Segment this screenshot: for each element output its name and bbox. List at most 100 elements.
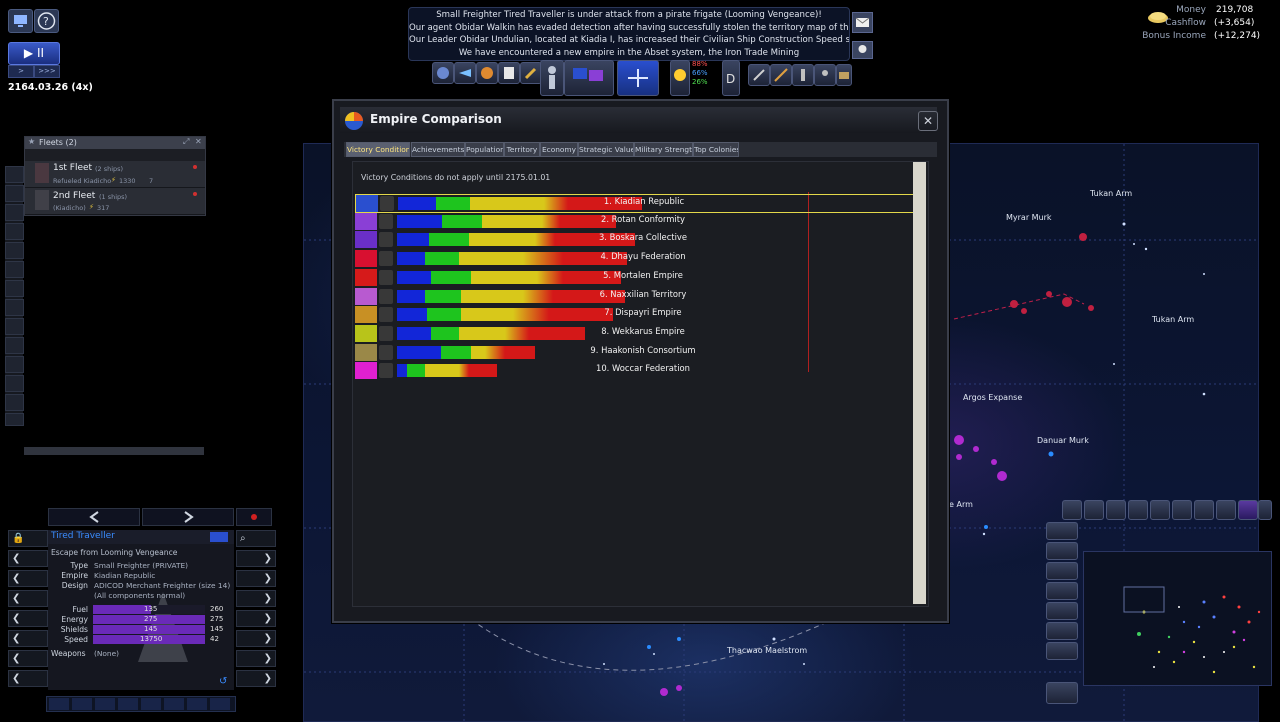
next-planet-button[interactable]: ❯ bbox=[236, 550, 276, 567]
filter-tool-icon[interactable] bbox=[5, 242, 24, 259]
diplomacy-button[interactable] bbox=[564, 60, 614, 96]
message-line[interactable]: We have encountered a new empire in the … bbox=[409, 47, 849, 60]
filter-star-icon[interactable] bbox=[5, 299, 24, 316]
minimap[interactable] bbox=[1083, 551, 1272, 686]
panel-scrollbar[interactable] bbox=[913, 162, 926, 604]
pin-button[interactable] bbox=[852, 41, 873, 59]
map-filter-button[interactable] bbox=[1194, 500, 1214, 520]
expand-icon[interactable]: ⤢ bbox=[183, 137, 189, 147]
home-view-button[interactable] bbox=[1046, 682, 1078, 704]
zoom-level-button[interactable] bbox=[1046, 522, 1078, 540]
colonies-button[interactable] bbox=[476, 62, 498, 84]
empire-button[interactable] bbox=[617, 60, 659, 96]
empire-row[interactable]: 1. Kiadian Republic bbox=[355, 194, 915, 213]
tab-population[interactable]: Population bbox=[465, 142, 504, 157]
next-agent-button[interactable]: ❯ bbox=[236, 650, 276, 667]
filter-troop-icon[interactable] bbox=[5, 223, 24, 240]
cargo-button[interactable] bbox=[836, 64, 852, 86]
ideas-button[interactable] bbox=[670, 60, 690, 96]
tab-victory-conditions[interactable]: Victory Conditions bbox=[346, 142, 410, 157]
filter-alert-icon[interactable] bbox=[5, 280, 24, 297]
map-filter-button[interactable] bbox=[1150, 500, 1170, 520]
ship-action-button[interactable] bbox=[141, 698, 161, 710]
cycle-pirate-button[interactable]: ❮ bbox=[8, 670, 48, 687]
message-line[interactable]: Our agent Obidar Walkin has evaded detec… bbox=[409, 22, 849, 35]
characters-button[interactable] bbox=[540, 60, 564, 96]
next-character-button[interactable]: ❯ bbox=[236, 630, 276, 647]
zoom-button[interactable]: ⌕ bbox=[236, 530, 276, 547]
tools-button[interactable] bbox=[520, 62, 542, 84]
filter-station-icon[interactable] bbox=[5, 204, 24, 221]
globe-button[interactable] bbox=[1258, 500, 1272, 520]
zoom-level-button[interactable] bbox=[1046, 542, 1078, 560]
filter-energy-icon[interactable] bbox=[5, 318, 24, 335]
tab-military-strength[interactable]: Military Strength bbox=[634, 142, 693, 157]
empire-row[interactable]: 5. Mortalen Empire bbox=[355, 268, 913, 286]
ship-action-button[interactable] bbox=[49, 698, 69, 710]
faster-button[interactable]: >>> bbox=[34, 65, 60, 78]
ships-button[interactable] bbox=[454, 62, 476, 84]
empire-row[interactable]: 10. Woccar Federation bbox=[355, 362, 913, 380]
empire-row[interactable]: 8. Wekkarus Empire bbox=[355, 324, 913, 342]
empire-row[interactable]: 9. Haakonish Consortium bbox=[355, 343, 913, 361]
tab-economy[interactable]: Economy bbox=[540, 142, 578, 157]
cycle-planet-button[interactable]: ❮ bbox=[8, 550, 48, 567]
pause-button[interactable]: ▶ II bbox=[8, 42, 60, 65]
tab-territory[interactable]: Territory bbox=[504, 142, 540, 157]
filter-agent-icon[interactable] bbox=[5, 356, 24, 373]
map-filter-button[interactable] bbox=[1062, 500, 1082, 520]
filter-bulb-icon[interactable] bbox=[5, 394, 24, 411]
tab-achievements[interactable]: Achievements bbox=[411, 142, 465, 157]
fleet-row[interactable]: 2nd Fleet (1 ships) (Kiadicho) ⚡ 317 bbox=[25, 188, 205, 215]
ship-action-button[interactable] bbox=[164, 698, 184, 710]
next-ship-small-button[interactable]: ❯ bbox=[236, 610, 276, 627]
map-filter-button[interactable] bbox=[1172, 500, 1192, 520]
filter-danger-icon[interactable] bbox=[5, 375, 24, 392]
zoom-level-button[interactable] bbox=[1046, 602, 1078, 620]
research-button[interactable] bbox=[498, 62, 520, 84]
next-ship-button[interactable] bbox=[142, 508, 234, 526]
ship-action-button[interactable] bbox=[72, 698, 92, 710]
empire-row[interactable]: 3. Boskara Collective bbox=[355, 231, 913, 249]
slower-button[interactable]: > bbox=[8, 65, 34, 78]
help-button[interactable]: ? bbox=[34, 9, 59, 33]
cycle-ship-button[interactable]: ❮ bbox=[8, 610, 48, 627]
fleet-row[interactable]: 1st Fleet (2 ships) Refueled Kiadicho ⚡ … bbox=[25, 161, 205, 188]
refresh-icon[interactable]: ↺ bbox=[219, 676, 227, 687]
empire-row[interactable]: 4. Dhayu Federation bbox=[355, 250, 913, 268]
construction-button[interactable] bbox=[770, 64, 792, 86]
ship-action-button[interactable] bbox=[95, 698, 115, 710]
message-log[interactable]: Small Freighter Tired Traveller is under… bbox=[408, 7, 850, 61]
filter-more-icon[interactable] bbox=[5, 413, 24, 426]
tab-top-colonies[interactable]: Top Colonies bbox=[693, 142, 739, 157]
empire-row[interactable]: 7. Dispayri Empire bbox=[355, 306, 913, 324]
next-troop-button[interactable]: ❯ bbox=[236, 590, 276, 607]
next-pirate-button[interactable]: ❯ bbox=[236, 670, 276, 687]
agents-button[interactable] bbox=[814, 64, 836, 86]
galaxy-button[interactable] bbox=[432, 62, 454, 84]
empire-row[interactable]: 6. Naxxilian Territory bbox=[355, 287, 913, 305]
close-button[interactable]: ✕ bbox=[918, 111, 938, 131]
ship-action-button[interactable] bbox=[210, 698, 230, 710]
map-filter-button[interactable] bbox=[1238, 500, 1258, 520]
cycle-station-button[interactable]: ❮ bbox=[8, 570, 48, 587]
empire-row[interactable]: 2. Rotan Conformity bbox=[355, 212, 913, 230]
close-icon[interactable]: ✕ bbox=[195, 137, 202, 146]
map-filter-button[interactable] bbox=[1084, 500, 1104, 520]
zoom-level-button[interactable] bbox=[1046, 622, 1078, 640]
cycle-troop-button[interactable]: ❮ bbox=[8, 590, 48, 607]
filter-research-icon[interactable] bbox=[5, 337, 24, 354]
lock-button[interactable]: 🔒 bbox=[8, 530, 48, 547]
troops-button[interactable] bbox=[792, 64, 814, 86]
ship-action-button[interactable] bbox=[118, 698, 138, 710]
prev-ship-button[interactable] bbox=[48, 508, 140, 526]
filter-ship-icon[interactable] bbox=[5, 166, 24, 183]
target-button[interactable] bbox=[236, 508, 272, 526]
map-filter-button[interactable] bbox=[1128, 500, 1148, 520]
map-filter-button[interactable] bbox=[1216, 500, 1236, 520]
mining-button[interactable] bbox=[748, 64, 770, 86]
message-line[interactable]: Our Leader Obidar Undulian, located at K… bbox=[409, 34, 849, 47]
fleets-scrollbar[interactable] bbox=[24, 447, 204, 455]
mail-button[interactable] bbox=[852, 12, 873, 33]
save-game-button[interactable] bbox=[8, 9, 33, 33]
